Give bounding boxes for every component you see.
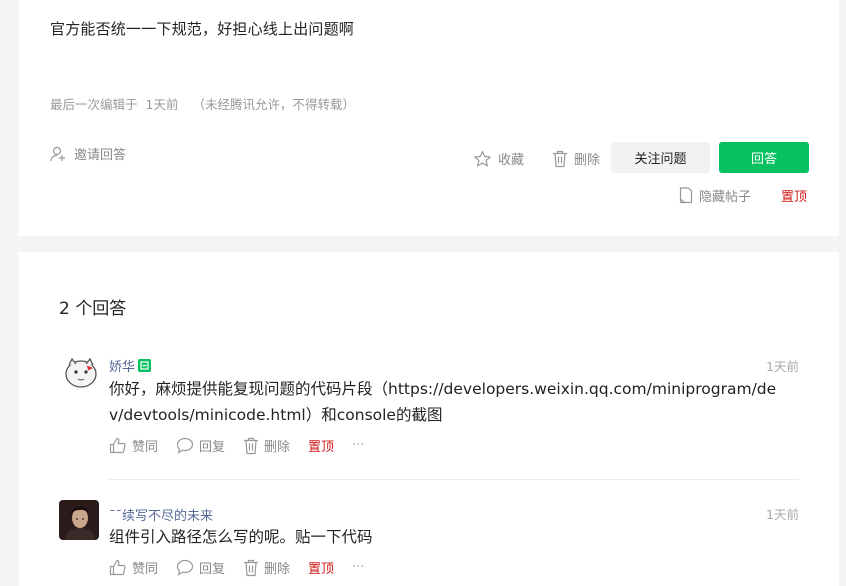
reply-label: 回复 [199,562,226,577]
answer-button[interactable]: 回答 [719,142,809,173]
delete-answer-button[interactable]: 删除 [243,436,290,455]
answer-text-line: 你好，麻烦提供能复现问题的代码片段（https://developers.wei… [109,380,777,398]
avatar[interactable] [59,500,99,540]
invite-label: 邀请回答 [74,148,127,163]
username-text: 娇华 [109,360,136,375]
answer-content: 你好，麻烦提供能复现问题的代码片段（https://developers.wei… [109,376,776,428]
edit-prefix: 最后一次编辑于 [50,97,138,112]
answer-actions: 赞同 回复 删除 置顶 ··· [109,558,382,577]
avatar[interactable] [61,352,101,392]
delete-answer-button[interactable]: 删除 [243,558,290,577]
collect-button[interactable]: 收藏 [473,149,524,168]
trash-icon [552,150,568,168]
pin-answer-button[interactable]: 置顶 [308,436,334,455]
more-button[interactable]: ··· [352,560,364,575]
invite-icon [50,146,68,162]
answer-username[interactable]: 娇华 [109,356,152,375]
delete-question-button[interactable]: 删除 [552,149,600,168]
answer-count: 2 个回答 [59,299,127,319]
delete-label: 删除 [264,562,291,577]
question-card: 官方能否统一一下规范，好担心线上出问题啊 最后一次编辑于 1天前 （未经腾讯允许，不… [19,0,839,236]
invite-answer-button[interactable]: 邀请回答 [50,144,126,163]
official-badge-icon [138,359,152,372]
hide-post-label: 隐藏帖子 [699,190,752,205]
answer-text-line: v/devtools/minicode.html）和console的截图 [109,406,443,424]
answer-text-line: 组件引入路径怎么写的呢。贴一下代码 [109,528,373,546]
more-button[interactable]: ··· [352,438,364,453]
reply-button[interactable]: 回复 [176,558,225,577]
hide-post-button[interactable]: 隐藏帖子 [679,186,751,205]
collect-label: 收藏 [498,153,525,168]
username-text: ˉˉ续写不尽的未来 [109,509,214,524]
copyright-notice: （未经腾讯允许，不得转载） [192,97,355,112]
trash-icon [243,437,259,455]
document-icon [679,187,693,204]
trash-icon [243,559,259,577]
delete-label: 删除 [264,440,291,455]
like-button[interactable]: 赞同 [109,436,158,455]
like-button[interactable]: 赞同 [109,558,158,577]
comment-icon [176,559,194,576]
answer-time: 1天前 [766,359,799,374]
like-label: 赞同 [132,562,159,577]
edit-info: 最后一次编辑于 1天前 （未经腾讯允许，不得转载） [50,94,355,113]
question-text: 官方能否统一一下规范，好担心线上出问题啊 [50,20,355,38]
edit-time: 1天前 [145,97,179,112]
reply-label: 回复 [199,440,226,455]
delete-label: 删除 [574,153,601,168]
star-icon [473,150,492,168]
answer-username[interactable]: ˉˉ续写不尽的未来 [109,505,213,524]
answer-time: 1天前 [766,507,799,522]
answer-content: 组件引入路径怎么写的呢。贴一下代码 [109,524,373,550]
follow-question-button[interactable]: 关注问题 [611,142,710,173]
like-label: 赞同 [132,440,159,455]
answer-actions: 赞同 回复 删除 置顶 ··· [109,436,382,455]
pin-question-button[interactable]: 置顶 [781,186,807,205]
thumb-up-icon [109,559,127,576]
pin-answer-button[interactable]: 置顶 [308,558,334,577]
comment-icon [176,437,194,454]
divider [109,479,799,480]
reply-button[interactable]: 回复 [176,436,225,455]
answers-card: 2 个回答 娇华 1天前 你好，麻烦提供能复现问题的代码片段（https://d… [19,252,839,586]
thumb-up-icon [109,437,127,454]
